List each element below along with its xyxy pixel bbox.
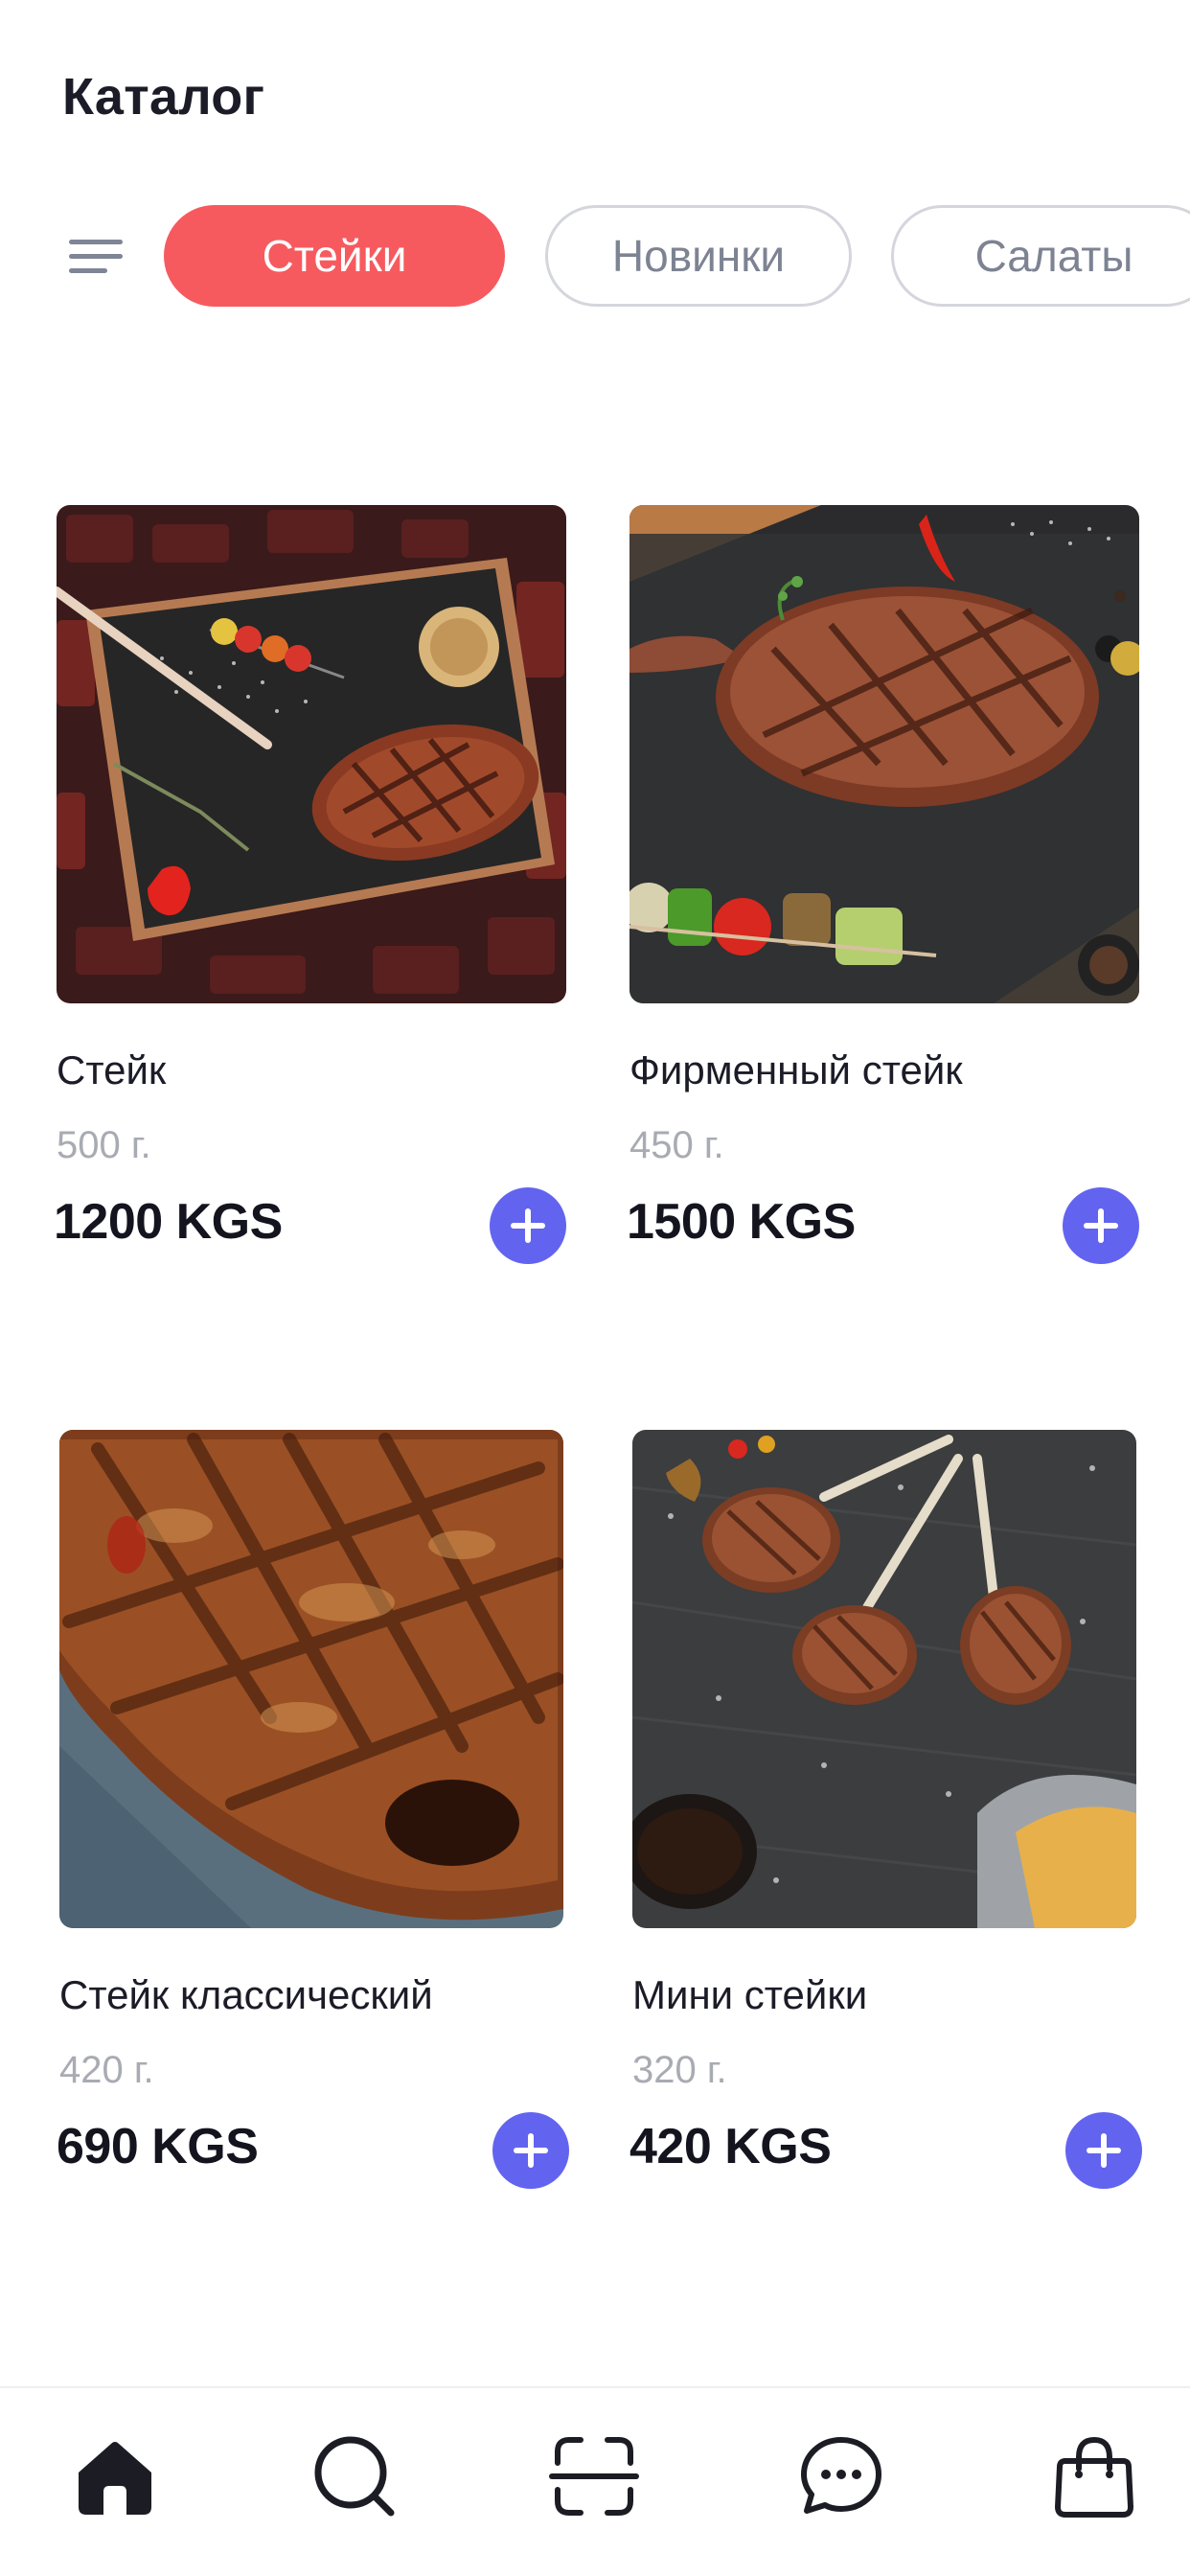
search-icon	[314, 2436, 395, 2517]
nav-chat[interactable]	[795, 2430, 887, 2522]
product-price: 1500 KGS	[627, 1194, 856, 1250]
product-price: 420 KGS	[629, 2119, 832, 2174]
product-image-mini-steaks[interactable]	[632, 1430, 1136, 1928]
product-name[interactable]: Стейк классический	[59, 1972, 433, 2018]
add-to-cart-button[interactable]	[1063, 1187, 1139, 1264]
product-card[interactable]: Фирменный стейк 450 г. 1500 KGS	[627, 505, 1147, 1264]
product-card[interactable]: Мини стейки 320 г. 420 KGS	[629, 1430, 1150, 2189]
catalog-screen: Каталог Стейки Новинки Салаты Стейк 500 …	[0, 0, 1190, 2576]
filter-menu-icon[interactable]	[69, 234, 123, 278]
bottom-navigation	[0, 2386, 1190, 2576]
product-weight: 420 г.	[59, 2049, 154, 2091]
nav-search[interactable]	[309, 2430, 400, 2522]
scan-icon	[549, 2437, 639, 2516]
add-to-cart-button[interactable]	[492, 2112, 569, 2189]
product-name[interactable]: Стейк	[57, 1047, 166, 1093]
category-chip-steaks[interactable]: Стейки	[164, 205, 505, 307]
product-price: 690 KGS	[57, 2119, 259, 2174]
product-weight: 320 г.	[632, 2049, 727, 2091]
plus-icon	[1084, 1208, 1118, 1243]
product-weight: 500 г.	[57, 1124, 151, 1166]
nav-cart[interactable]	[1048, 2430, 1140, 2522]
nav-home[interactable]	[69, 2430, 161, 2522]
add-to-cart-button[interactable]	[490, 1187, 566, 1264]
product-name[interactable]: Мини стейки	[632, 1972, 867, 2018]
page-title: Каталог	[62, 68, 265, 126]
plus-icon	[514, 2133, 548, 2168]
product-card[interactable]: Стейк 500 г. 1200 KGS	[54, 505, 574, 1264]
category-chip-new[interactable]: Новинки	[545, 205, 852, 307]
product-weight: 450 г.	[629, 1124, 724, 1166]
home-icon	[79, 2442, 151, 2515]
product-card[interactable]: Стейк классический 420 г. 690 KGS	[57, 1430, 577, 2189]
category-chip-salads[interactable]: Салаты	[891, 205, 1190, 307]
product-image-tomahawk-steak[interactable]	[57, 505, 566, 1003]
add-to-cart-button[interactable]	[1065, 2112, 1142, 2189]
product-image-signature-steak[interactable]	[629, 505, 1139, 1003]
nav-scan[interactable]	[548, 2430, 640, 2522]
chat-icon	[801, 2437, 881, 2514]
plus-icon	[1087, 2133, 1121, 2168]
plus-icon	[511, 1208, 545, 1243]
shopping-bag-icon	[1055, 2436, 1133, 2518]
product-price: 1200 KGS	[54, 1194, 283, 1250]
product-name[interactable]: Фирменный стейк	[629, 1047, 963, 1093]
category-filter-bar: Стейки Новинки Салаты	[0, 205, 1190, 307]
product-image-classic-steak[interactable]	[59, 1430, 563, 1928]
